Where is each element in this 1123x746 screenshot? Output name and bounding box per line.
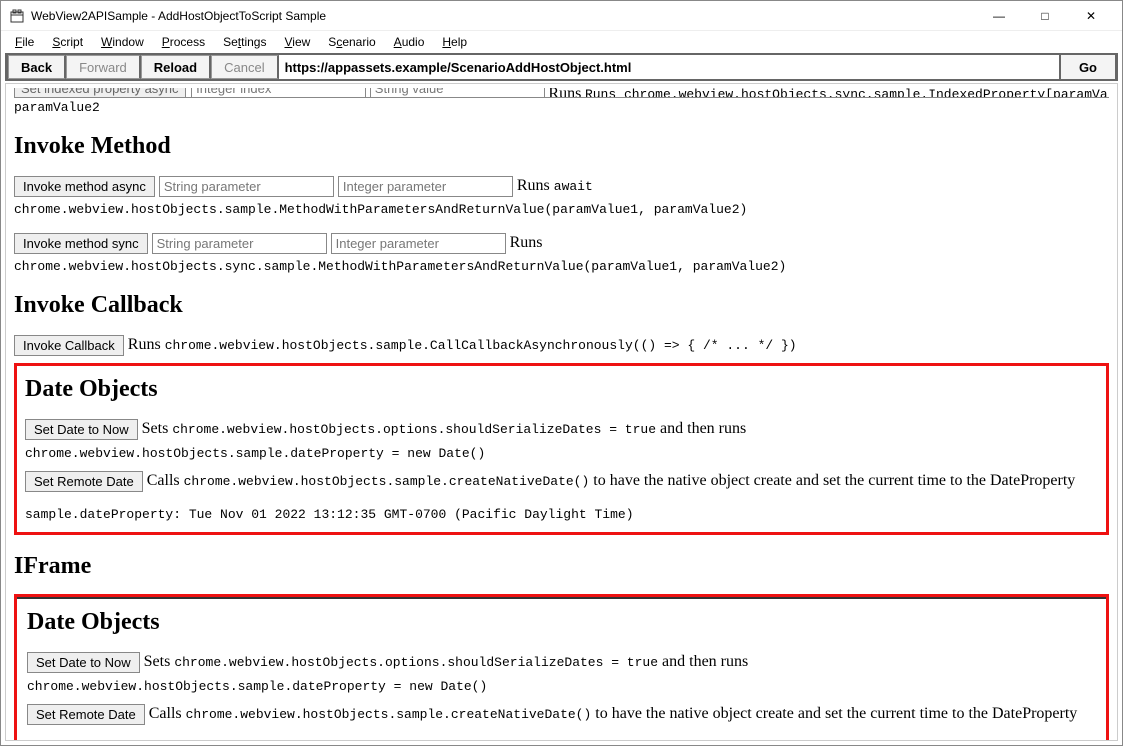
set-now-text2: and then runs — [656, 420, 746, 437]
iframe-set-now-text2: and then runs — [658, 653, 748, 670]
menu-view[interactable]: View — [276, 33, 318, 51]
iframe-set-remote-date-button[interactable]: Set Remote Date — [27, 704, 145, 725]
maximize-button[interactable]: □ — [1022, 1, 1068, 31]
iframe-set-date-to-now-button[interactable]: Set Date to Now — [27, 652, 140, 673]
menu-script[interactable]: Script — [44, 33, 91, 51]
forward-button[interactable]: Forward — [66, 55, 141, 79]
set-remote-date-button[interactable]: Set Remote Date — [25, 471, 143, 492]
webview-content: Set indexed property async Integer index… — [5, 83, 1118, 741]
invoke-sync-code: chrome.webview.hostObjects.sync.sample.M… — [14, 259, 1109, 274]
content-scroll[interactable]: Set indexed property async Integer index… — [6, 84, 1117, 740]
string-value-input[interactable]: String value — [370, 88, 545, 98]
window-title: WebView2APISample - AddHostObjectToScrip… — [31, 9, 976, 23]
window-controls: — □ ✕ — [976, 1, 1114, 31]
invoke-callback-heading: Invoke Callback — [14, 292, 1109, 319]
iframe-set-remote-text2: to have the native object create and set… — [591, 705, 1077, 722]
invoke-method-sync-button[interactable]: Invoke method sync — [14, 233, 148, 254]
iframe-set-date-now-row: Set Date to Now Sets chrome.webview.host… — [27, 650, 1096, 698]
menu-settings[interactable]: Settings — [215, 33, 274, 51]
set-date-to-now-button[interactable]: Set Date to Now — [25, 419, 138, 440]
invoke-callback-row: Invoke Callback Runs chrome.webview.host… — [14, 333, 1109, 357]
reload-button[interactable]: Reload — [141, 55, 211, 79]
cutoff-row: Set indexed property async Integer index… — [14, 88, 1109, 98]
integer-parameter-input-async[interactable] — [338, 176, 513, 197]
cutoff-desc: Runs Runs chrome.webview.hostObjects.syn… — [548, 88, 1109, 98]
date-objects-section: Date Objects Set Date to Now Sets chrome… — [14, 363, 1109, 535]
date-result: sample.dateProperty: Tue Nov 01 2022 13:… — [25, 507, 1098, 522]
iframe-heading: IFrame — [14, 553, 1109, 580]
set-indexed-async-button[interactable]: Set indexed property async — [14, 88, 186, 98]
iframe-section: Date Objects Set Date to Now Sets chrome… — [14, 594, 1109, 740]
set-now-code1: chrome.webview.hostObjects.options.shoul… — [172, 422, 656, 437]
iframe-set-now-text1: Sets — [144, 653, 175, 670]
invoke-sync-runs: Runs — [510, 234, 543, 251]
iframe-set-remote-date-row: Set Remote Date Calls chrome.webview.hos… — [27, 702, 1096, 726]
iframe-set-remote-code: chrome.webview.hostObjects.sample.create… — [186, 707, 592, 722]
invoke-async-runs: Runs — [517, 177, 554, 194]
set-remote-code: chrome.webview.hostObjects.sample.create… — [184, 474, 590, 489]
invoke-callback-button[interactable]: Invoke Callback — [14, 335, 124, 356]
nav-toolbar: Back Forward Reload Cancel https://appas… — [5, 53, 1118, 81]
set-remote-text1: Calls — [147, 472, 184, 489]
invoke-method-heading: Invoke Method — [14, 133, 1109, 160]
string-parameter-input-async[interactable] — [159, 176, 334, 197]
iframe-set-now-code2: chrome.webview.hostObjects.sample.datePr… — [27, 679, 487, 694]
back-button[interactable]: Back — [8, 55, 66, 79]
invoke-callback-runs: Runs — [128, 336, 165, 353]
menu-process[interactable]: Process — [154, 33, 213, 51]
invoke-async-await: await — [554, 179, 593, 194]
invoke-async-code: chrome.webview.hostObjects.sample.Method… — [14, 202, 1109, 217]
set-now-code2: chrome.webview.hostObjects.sample.datePr… — [25, 446, 485, 461]
menu-file[interactable]: File — [7, 33, 42, 51]
iframe-set-remote-text1: Calls — [149, 705, 186, 722]
cancel-button[interactable]: Cancel — [211, 55, 278, 79]
menu-bar: File Script Window Process Settings View… — [1, 31, 1122, 53]
menu-help[interactable]: Help — [434, 33, 475, 51]
menu-scenario[interactable]: Scenario — [320, 33, 383, 51]
go-button[interactable]: Go — [1059, 55, 1115, 79]
iframe-date-objects-heading: Date Objects — [27, 609, 1096, 636]
integer-parameter-input-sync[interactable] — [331, 233, 506, 254]
iframe-scroll[interactable]: Date Objects Set Date to Now Sets chrome… — [17, 597, 1106, 740]
string-parameter-input-sync[interactable] — [152, 233, 327, 254]
date-objects-heading: Date Objects — [25, 376, 1098, 403]
address-bar[interactable]: https://appassets.example/ScenarioAddHos… — [279, 55, 1059, 79]
set-date-now-row: Set Date to Now Sets chrome.webview.host… — [25, 417, 1098, 465]
cutoff-line2: paramValue2 — [14, 100, 1109, 115]
invoke-callback-code: chrome.webview.hostObjects.sample.CallCa… — [165, 338, 797, 353]
minimize-button[interactable]: — — [976, 1, 1022, 31]
title-bar: WebView2APISample - AddHostObjectToScrip… — [1, 1, 1122, 31]
set-now-text1: Sets — [142, 420, 173, 437]
set-remote-date-row: Set Remote Date Calls chrome.webview.hos… — [25, 469, 1098, 493]
set-remote-text2: to have the native object create and set… — [589, 472, 1075, 489]
invoke-method-async-button[interactable]: Invoke method async — [14, 176, 155, 197]
integer-index-input[interactable]: Integer index — [191, 88, 366, 98]
invoke-sync-row: Invoke method sync Runs — [14, 231, 1109, 255]
invoke-async-row: Invoke method async Runs await — [14, 174, 1109, 198]
close-button[interactable]: ✕ — [1068, 1, 1114, 31]
menu-audio[interactable]: Audio — [386, 33, 433, 51]
iframe-set-now-code1: chrome.webview.hostObjects.options.shoul… — [174, 655, 658, 670]
menu-window[interactable]: Window — [93, 33, 152, 51]
app-icon — [9, 8, 25, 24]
